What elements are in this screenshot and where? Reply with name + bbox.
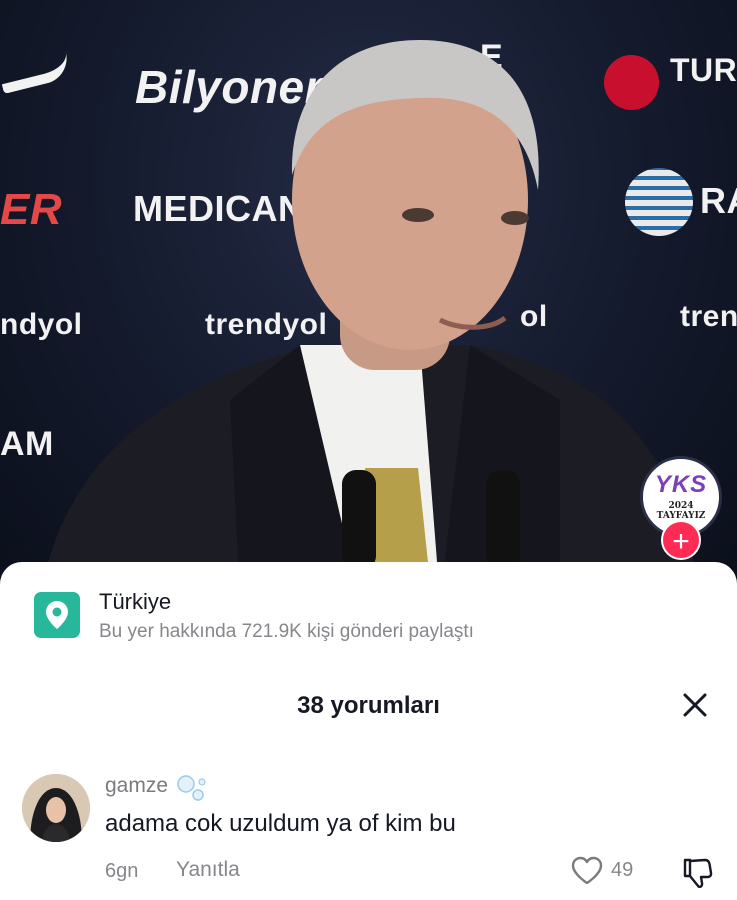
heart-icon[interactable] [570, 856, 604, 886]
location-name: Türkiye [99, 589, 172, 614]
follow-plus-button[interactable]: + [661, 520, 701, 560]
comment-item: gamze adama cok uzuldum ya of kim bu 6gn… [0, 764, 737, 900]
dislike-icon[interactable] [680, 856, 714, 890]
badge-title: YKS [654, 471, 708, 498]
video-player[interactable]: Bilyoner ER MEDICANA ndyol AM trendyol T… [0, 0, 737, 600]
plus-icon: + [672, 525, 690, 558]
comment-text: adama cok uzuldum ya of kim bu [105, 810, 456, 837]
comments-count-title: 38 yorumları [297, 692, 440, 719]
comment-username[interactable]: gamze [105, 774, 168, 798]
avatar[interactable] [22, 774, 90, 842]
bubbles-icon [177, 775, 206, 801]
like-count: 49 [611, 859, 634, 881]
badge-subtitle: 2024 TAYFAYIZ [656, 501, 706, 521]
map-pin-icon [34, 592, 80, 638]
comment-time: 6gn [105, 860, 139, 882]
close-button[interactable] [680, 690, 710, 720]
reply-button[interactable]: Yanıtla [176, 858, 240, 882]
speaker-figure [40, 40, 700, 600]
location-subtitle: Bu yer hakkında 721.9K kişi gönderi payl… [99, 621, 474, 642]
comments-sheet: Türkiye Bu yer hakkında 721.9K kişi gönd… [0, 562, 737, 900]
location-banner[interactable]: Türkiye Bu yer hakkında 721.9K kişi gönd… [0, 562, 737, 662]
close-icon [683, 693, 707, 717]
